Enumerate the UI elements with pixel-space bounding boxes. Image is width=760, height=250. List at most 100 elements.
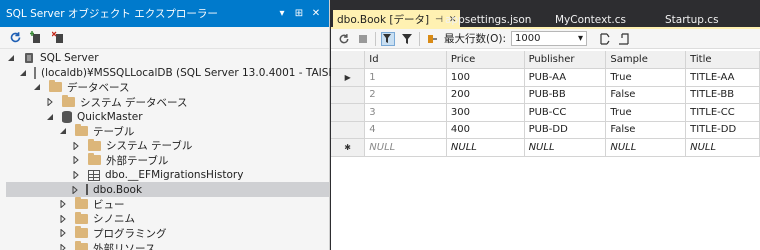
tree-node-label: システム テーブル <box>106 140 193 153</box>
grid-cell[interactable]: False <box>605 86 687 104</box>
refresh-icon[interactable] <box>8 31 22 45</box>
collapsed-arrow-icon[interactable] <box>71 155 81 165</box>
tree-node-label: ビュー <box>93 198 125 211</box>
export-icon[interactable] <box>598 32 612 46</box>
grid-cell[interactable]: TITLE-CC <box>685 103 760 122</box>
grid-cell[interactable]: PUB-CC <box>524 103 607 122</box>
stop-icon[interactable] <box>356 32 370 46</box>
grid-cell[interactable]: 1 <box>364 68 447 87</box>
collapsed-arrow-icon[interactable] <box>58 199 68 209</box>
disconnect-icon[interactable] <box>52 31 66 45</box>
tree-node[interactable]: QuickMaster <box>0 109 329 124</box>
tree-node[interactable]: 外部テーブル <box>0 153 329 168</box>
collapsed-arrow-icon[interactable] <box>71 170 81 180</box>
expanded-arrow-icon[interactable] <box>32 82 42 92</box>
grid-cell[interactable]: True <box>605 68 687 87</box>
row-header-corner <box>331 51 366 69</box>
row-header[interactable] <box>331 86 366 104</box>
editor-area: dbo.Book [データ] ⊣ ✕ appsettings.json MyCo… <box>331 0 760 250</box>
table-row[interactable]: ✱ NULL NULL NULL NULL NULL <box>331 138 760 157</box>
table-row[interactable]: ▶ 1 100 PUB-AA True TITLE-AA <box>331 68 760 87</box>
expanded-arrow-icon[interactable] <box>19 68 27 78</box>
tree-node[interactable]: ビュー <box>0 197 329 212</box>
grid-cell[interactable]: NULL <box>524 138 607 157</box>
tree-node-label: 外部リソース <box>93 242 156 250</box>
row-header[interactable]: ✱ <box>331 138 366 157</box>
grid-cell[interactable]: TITLE-AA <box>685 68 760 87</box>
tree-node[interactable]: SQL Server <box>0 51 329 66</box>
filter-toggle-icon[interactable] <box>381 31 395 46</box>
folder-icon <box>88 138 101 151</box>
grid-cell[interactable]: 100 <box>446 68 525 87</box>
tree-node[interactable]: システム データベース <box>0 95 329 110</box>
table-icon <box>88 169 100 181</box>
collapsed-arrow-icon[interactable] <box>45 97 55 107</box>
grid-cell[interactable]: NULL <box>446 138 525 157</box>
tree-node[interactable]: 外部リソース <box>0 241 329 250</box>
table-row[interactable]: 4 400 PUB-DD False TITLE-DD <box>331 121 760 139</box>
grid-cell[interactable]: TITLE-DD <box>685 121 760 139</box>
grid-cell[interactable]: NULL <box>605 138 687 157</box>
grid-cell[interactable]: False <box>605 121 687 139</box>
grid-cell[interactable]: 4 <box>364 121 447 139</box>
window-position-icon[interactable]: ▾ <box>275 8 289 19</box>
grid-cell[interactable]: NULL <box>685 138 760 157</box>
tree-node[interactable]: データベース <box>0 80 329 95</box>
table-row[interactable]: 2 200 PUB-BB False TITLE-BB <box>331 86 760 104</box>
grid-cell[interactable]: TITLE-BB <box>685 86 760 104</box>
tab-label: appsettings.json <box>445 14 532 26</box>
grid-cell[interactable]: True <box>605 103 687 122</box>
folder-icon <box>75 197 88 210</box>
expanded-arrow-icon[interactable] <box>58 126 68 136</box>
tree-node-label: データベース <box>67 81 130 94</box>
collapsed-arrow-icon[interactable] <box>58 214 68 224</box>
folder-icon <box>75 241 88 250</box>
expanded-arrow-icon[interactable] <box>45 112 55 122</box>
max-rows-combo[interactable]: 1000 ▾ <box>511 31 587 46</box>
row-header[interactable]: ▶ <box>331 68 366 87</box>
grid-cell[interactable]: PUB-DD <box>524 121 607 139</box>
explorer-toolbar <box>0 27 329 49</box>
tree-node[interactable]: dbo.Book <box>6 182 329 197</box>
column-header-price[interactable]: Price <box>446 51 525 69</box>
grid-cell[interactable]: 400 <box>446 121 525 139</box>
column-header-sample[interactable]: Sample <box>605 51 687 69</box>
tree-node-label: テーブル <box>93 125 135 138</box>
folder-icon <box>75 211 88 224</box>
tree-node[interactable]: dbo.__EFMigrationsHistory <box>0 168 329 183</box>
tree-node[interactable]: プログラミング <box>0 226 329 241</box>
table-row[interactable]: 3 300 PUB-CC True TITLE-CC <box>331 103 760 122</box>
tree-node[interactable]: システム テーブル <box>0 138 329 154</box>
tree-node[interactable]: シノニム <box>0 211 329 227</box>
refresh-icon[interactable] <box>337 32 351 46</box>
grid-cell[interactable]: PUB-AA <box>524 68 607 87</box>
grid-cell[interactable]: PUB-BB <box>524 86 607 104</box>
filter-icon[interactable] <box>400 32 414 46</box>
row-header[interactable] <box>331 121 366 139</box>
collapsed-arrow-icon[interactable] <box>71 185 79 195</box>
column-header-publisher[interactable]: Publisher <box>524 51 607 69</box>
tree-node[interactable]: テーブル <box>0 124 329 139</box>
close-icon[interactable]: ✕ <box>309 8 323 19</box>
expanded-arrow-icon[interactable] <box>6 53 16 63</box>
column-header-id[interactable]: Id <box>364 51 447 69</box>
toolbar-separator <box>375 31 376 46</box>
grid-cell[interactable]: 3 <box>364 103 447 122</box>
add-server-icon[interactable] <box>30 31 44 45</box>
pin-icon[interactable]: ⊞ <box>292 8 306 19</box>
data-grid: Id Price Publisher Sample Title ▶ 1 100 PUB… <box>331 51 760 157</box>
script-icon[interactable] <box>425 32 439 46</box>
row-header[interactable] <box>331 103 366 122</box>
grid-cell[interactable]: NULL <box>364 138 447 157</box>
collapsed-arrow-icon[interactable] <box>71 141 81 151</box>
tree-node[interactable]: (localdb)¥MSSQLLocalDB (SQL Server 13.0.… <box>0 66 372 81</box>
grid-cell[interactable]: 300 <box>446 103 525 122</box>
collapsed-arrow-icon[interactable] <box>58 228 68 238</box>
column-header-title[interactable]: Title <box>685 51 760 69</box>
import-icon[interactable] <box>617 32 631 46</box>
collapsed-arrow-icon[interactable] <box>58 243 68 250</box>
document-tab-strip: dbo.Book [データ] ⊣ ✕ appsettings.json MyCo… <box>331 0 760 29</box>
tree-node-label: システム データベース <box>80 96 188 109</box>
grid-cell[interactable]: 2 <box>364 86 447 104</box>
grid-cell[interactable]: 200 <box>446 86 525 104</box>
